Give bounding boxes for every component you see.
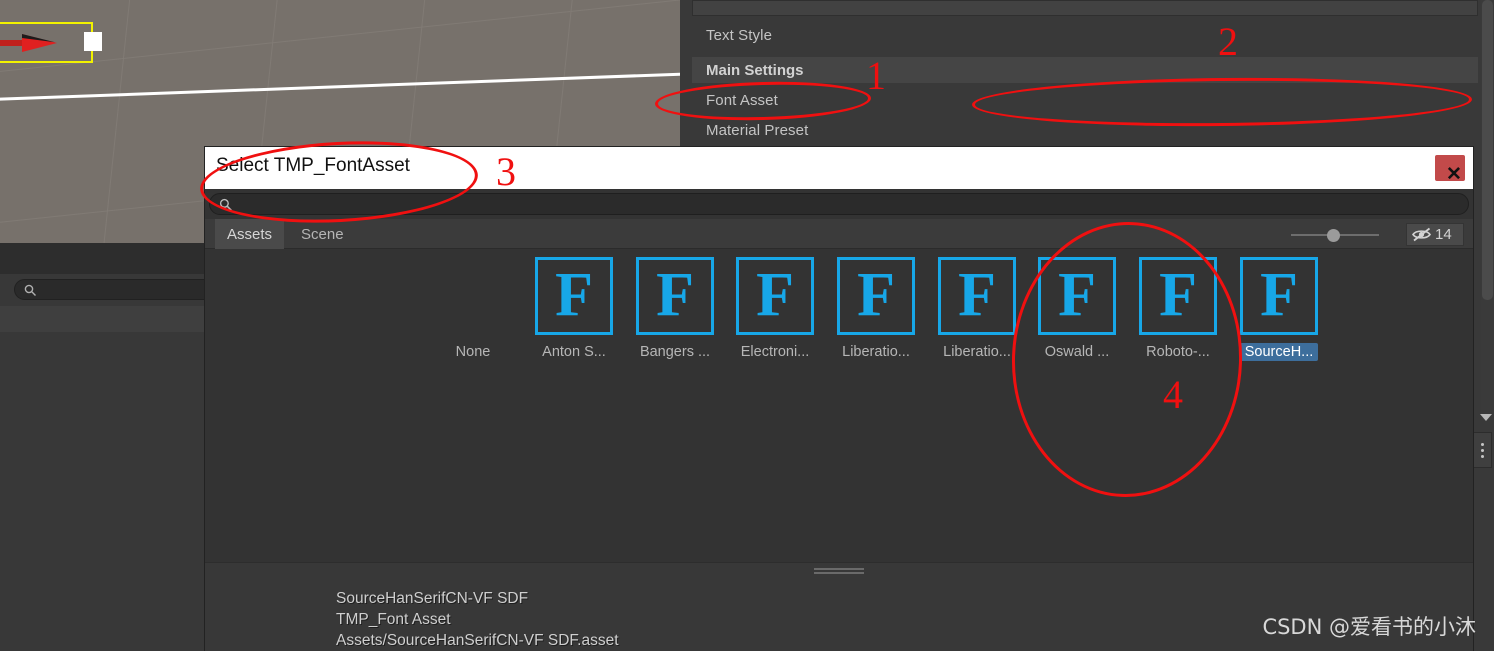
font-glyph: F — [857, 261, 895, 330]
splitter-grip-icon — [814, 568, 864, 574]
tab-scene[interactable]: Scene — [289, 219, 356, 249]
font-glyph: F — [958, 261, 996, 330]
dialog-tabbar: Assets Scene 14 — [205, 219, 1473, 249]
dialog-splitter[interactable] — [205, 562, 1473, 578]
grid-item-liberation-1[interactable]: F Liberatio... — [826, 257, 926, 367]
move-arrow-gizmo[interactable] — [0, 34, 57, 52]
font-asset-thumbnail: F — [1038, 257, 1116, 335]
grid-item-label: Liberatio... — [943, 344, 1011, 360]
select-tmp-fontasset-dialog: Select TMP_FontAsset ✕ Assets Scene 14 N… — [205, 147, 1473, 651]
font-asset-thumbnail: F — [636, 257, 714, 335]
font-asset-thumbnail: F — [1240, 257, 1318, 335]
font-glyph: F — [756, 261, 794, 330]
grid-item-label: Anton S... — [542, 344, 606, 360]
dialog-search-input[interactable] — [209, 193, 1469, 215]
inspector-row-font-asset: Font Asset — [680, 86, 1494, 115]
grid-item-bangers[interactable]: F Bangers ... — [625, 257, 725, 367]
inspector-scrollbar[interactable] — [1481, 0, 1494, 420]
dialog-titlebar[interactable]: Select TMP_FontAsset ✕ — [205, 147, 1473, 189]
tab-assets[interactable]: Assets — [215, 219, 285, 249]
grid-item-anton[interactable]: F Anton S... — [524, 257, 624, 367]
inspector-row-material-preset: Material Preset — [680, 116, 1494, 145]
material-preset-label: Material Preset — [706, 122, 809, 139]
font-asset-thumbnail: F — [736, 257, 814, 335]
unity-editor-screenshot: Text Style Normal Main Settings Font Ass… — [0, 0, 1494, 651]
selection-handle[interactable] — [84, 32, 102, 51]
grid-item-label: None — [455, 344, 491, 360]
grid-item-oswald[interactable]: F Oswald ... — [1027, 257, 1127, 367]
grid-item-label: Electroni... — [740, 344, 810, 360]
font-asset-thumbnail: F — [938, 257, 1016, 335]
hierarchy-search-input[interactable] — [14, 279, 224, 300]
main-settings-label: Main Settings — [706, 61, 804, 79]
scroll-down-icon[interactable] — [1480, 414, 1492, 421]
inspector-kebab-menu-button[interactable] — [1473, 432, 1492, 468]
tab-scene-label: Scene — [301, 225, 344, 243]
annotation-number-4: 4 — [1163, 372, 1183, 417]
inspector-top-field[interactable] — [692, 0, 1478, 16]
font-asset-label: Font Asset — [706, 92, 778, 109]
search-icon — [219, 198, 232, 211]
font-asset-thumbnail: F — [535, 257, 613, 335]
annotation-number-3: 3 — [496, 149, 516, 194]
hidden-items-toggle[interactable]: 14 — [1406, 223, 1464, 246]
hidden-items-count: 14 — [1435, 226, 1452, 243]
grid-item-label: Liberatio... — [842, 344, 910, 360]
thumbnail-zoom-slider[interactable] — [1291, 228, 1379, 242]
grid-item-roboto[interactable]: F Roboto-... — [1128, 257, 1228, 367]
csdn-watermark: CSDN @爱看书的小沐 — [1262, 615, 1476, 639]
search-icon — [24, 284, 36, 296]
font-glyph: F — [1159, 261, 1197, 330]
close-icon: ✕ — [1446, 164, 1462, 185]
font-glyph: F — [656, 261, 694, 330]
grid-item-label: Bangers ... — [639, 344, 711, 360]
grid-item-electronic[interactable]: F Electroni... — [725, 257, 825, 367]
grid-item-sourcehan[interactable]: F SourceH... — [1229, 257, 1329, 367]
font-asset-thumbnail: F — [1139, 257, 1217, 335]
annotation-number-1: 1 — [866, 53, 886, 98]
close-button[interactable]: ✕ — [1435, 155, 1465, 185]
font-glyph: F — [1260, 261, 1298, 330]
hierarchy-tabbar[interactable] — [0, 243, 205, 274]
grid-item-none[interactable]: None — [423, 257, 523, 367]
dialog-title: Select TMP_FontAsset — [216, 155, 410, 176]
grid-item-label: Roboto-... — [1146, 344, 1210, 360]
annotation-number-2: 2 — [1218, 19, 1238, 64]
asset-name: SourceHanSerifCN-VF SDF — [336, 590, 529, 607]
tab-assets-label: Assets — [227, 225, 273, 243]
none-thumbnail — [434, 257, 512, 335]
asset-grid: None F Anton S... F Bangers ... F Electr… — [205, 249, 1473, 562]
inspector-row-text-style: Text Style — [680, 21, 1494, 50]
grid-item-liberation-2[interactable]: F Liberatio... — [927, 257, 1027, 367]
dialog-search-bar — [205, 189, 1473, 219]
hierarchy-search-row — [0, 274, 224, 306]
kebab-dot — [1481, 448, 1484, 452]
font-glyph: F — [1058, 261, 1096, 330]
kebab-dot — [1481, 454, 1484, 458]
font-asset-thumbnail: F — [837, 257, 915, 335]
slider-knob[interactable] — [1327, 229, 1340, 242]
inspector-scrollbar-thumb[interactable] — [1482, 0, 1493, 300]
font-glyph: F — [555, 261, 593, 330]
kebab-dot — [1481, 442, 1484, 446]
grid-item-label-selected: SourceH... — [1239, 343, 1319, 361]
hierarchy-row-a — [0, 306, 205, 332]
eye-slash-icon — [1412, 227, 1431, 242]
hierarchy-row-b — [0, 332, 205, 651]
hierarchy-panel — [0, 243, 224, 651]
text-style-label: Text Style — [706, 27, 773, 44]
grid-item-label: Oswald ... — [1044, 344, 1110, 360]
main-settings-header[interactable]: Main Settings — [692, 57, 1478, 83]
